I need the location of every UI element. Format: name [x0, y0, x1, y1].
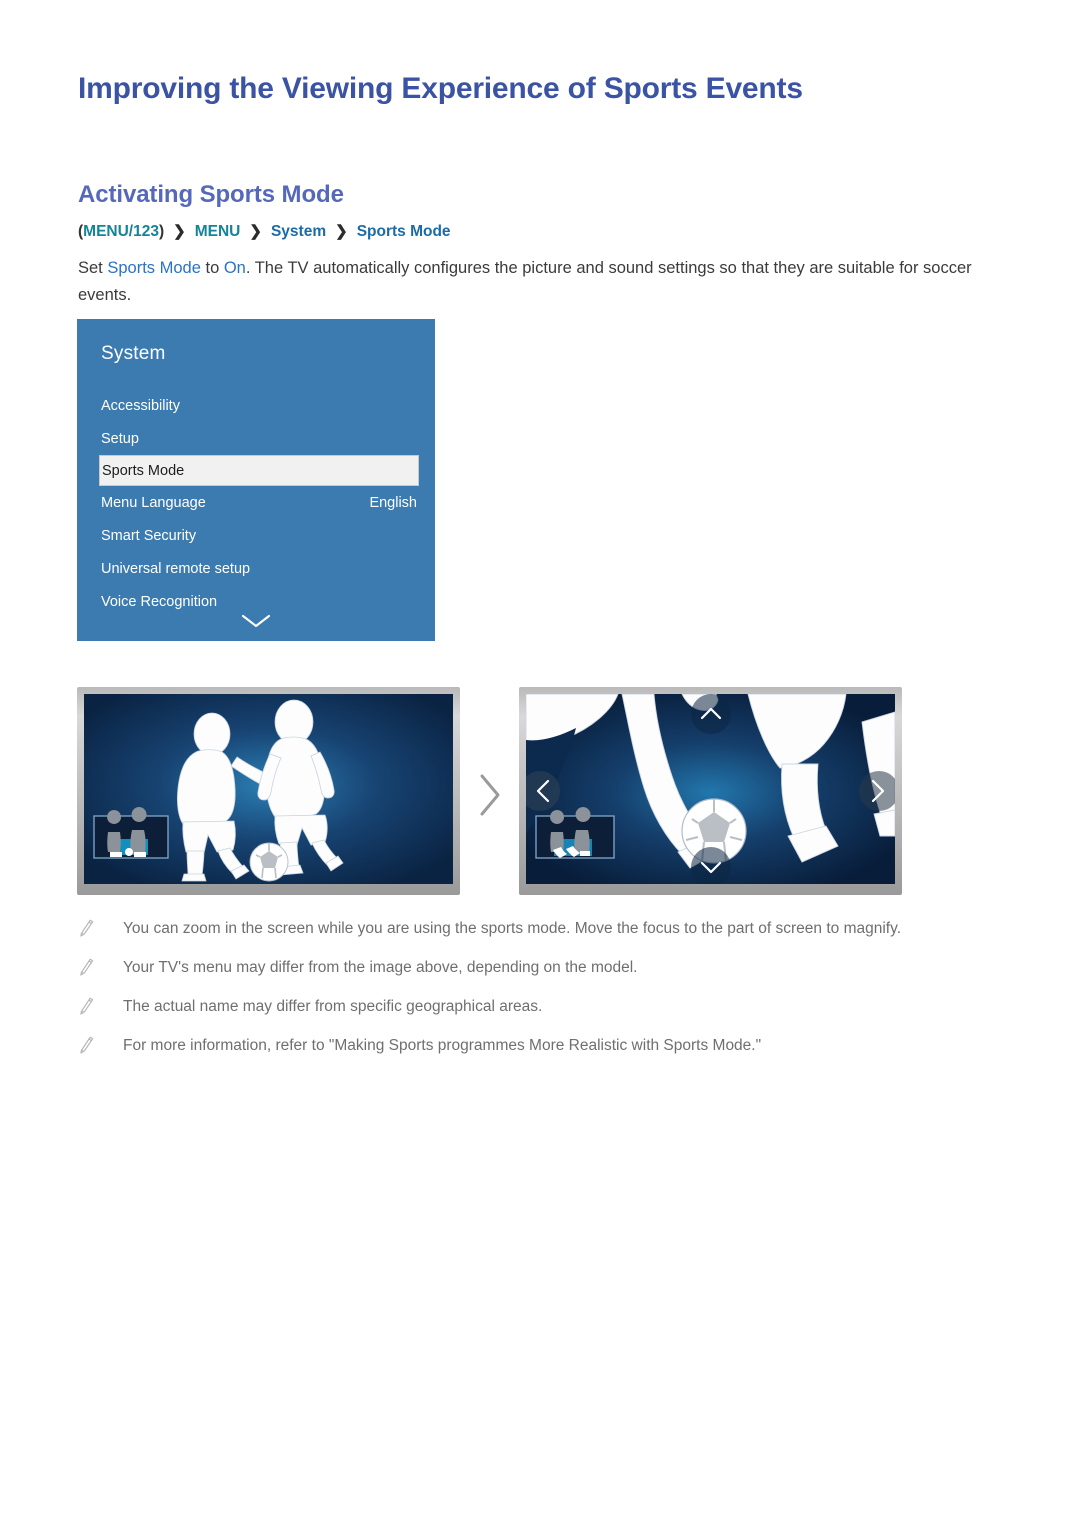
menu-item-setup[interactable]: Setup	[77, 422, 435, 455]
menu-scroll-down-button[interactable]	[77, 613, 435, 629]
menu-item-smart-security[interactable]: Smart Security	[77, 519, 435, 552]
chevron-right-icon	[470, 770, 510, 820]
body-highlight-on: On	[223, 259, 246, 277]
note-item: Your TV's menu may differ from the image…	[78, 956, 1003, 980]
page-title: Improving the Viewing Experience of Spor…	[78, 72, 803, 105]
note-text: Your TV's menu may differ from the image…	[123, 959, 638, 976]
nav-button-up	[691, 694, 731, 734]
document-page: Improving the Viewing Experience of Spor…	[0, 0, 1080, 1527]
menu-item-universal-remote-setup[interactable]: Universal remote setup	[77, 552, 435, 585]
note-text: You can zoom in the screen while you are…	[123, 920, 902, 937]
menu-item-sports-mode[interactable]: Sports Mode	[99, 455, 419, 486]
soccer-players-illustration	[84, 694, 453, 884]
pencil-note-icon	[78, 917, 104, 937]
notes-list: You can zoom in the screen while you are…	[78, 917, 1003, 1073]
menu-item-label: Smart Security	[101, 527, 197, 544]
breadcrumb-item-system: System	[270, 223, 327, 240]
breadcrumb-item-menu: MENU	[194, 223, 241, 240]
note-item: You can zoom in the screen while you are…	[78, 917, 1003, 941]
body-highlight-sports-mode: Sports Mode	[107, 259, 201, 277]
pencil-note-icon	[78, 956, 104, 976]
pencil-note-icon	[78, 995, 104, 1015]
note-item: The actual name may differ from specific…	[78, 995, 1003, 1019]
tv-screen-normal	[84, 694, 453, 884]
soccer-ball-icon	[249, 842, 289, 882]
menu-item-label: Accessibility	[101, 397, 180, 414]
menu-item-accessibility[interactable]: Accessibility	[77, 389, 435, 422]
chevron-down-icon	[240, 613, 272, 629]
pencil-note-icon	[78, 1034, 104, 1054]
menu-panel-heading: System	[101, 343, 166, 364]
tv-screen-zoomed	[526, 694, 895, 884]
breadcrumb: ( MENU/123 ) ❯ MENU ❯ System ❯ Sports Mo…	[78, 222, 451, 241]
body-text-part2: to	[200, 259, 224, 277]
chevron-right-icon: ❯	[249, 223, 262, 240]
chevron-right-icon: ❯	[335, 223, 348, 240]
note-text: For more information, refer to "Making S…	[123, 1037, 762, 1054]
note-text: The actual name may differ from specific…	[123, 998, 543, 1015]
tv-menu-panel: System Accessibility Setup Sports Mode M…	[77, 319, 435, 641]
menu-item-label: Menu Language	[101, 494, 206, 511]
menu-item-value: English	[369, 494, 417, 511]
menu-item-label: Setup	[101, 430, 139, 447]
breadcrumb-close-paren: )	[158, 223, 165, 240]
menu-item-label: Voice Recognition	[101, 593, 218, 610]
body-paragraph: Set Sports Mode to On. The TV automatica…	[78, 255, 998, 309]
breadcrumb-item-menu123: MENU/123	[83, 223, 159, 240]
menu-item-list: Accessibility Setup Sports Mode Menu Lan…	[77, 389, 435, 618]
menu-item-menu-language[interactable]: Menu Language English	[77, 486, 435, 519]
chevron-right-icon: ❯	[173, 223, 186, 240]
menu-item-label: Sports Mode	[102, 462, 185, 479]
soccer-zoom-illustration	[526, 694, 895, 884]
note-item: For more information, refer to "Making S…	[78, 1034, 1003, 1058]
tv-illustration-zoomed	[519, 687, 902, 895]
breadcrumb-item-sports-mode: Sports Mode	[356, 223, 451, 240]
tv-illustration-normal	[77, 687, 460, 895]
section-title: Activating Sports Mode	[78, 181, 344, 208]
body-text-part1: Set	[78, 259, 108, 277]
transition-chevron	[470, 770, 510, 820]
menu-item-label: Universal remote setup	[101, 560, 251, 577]
